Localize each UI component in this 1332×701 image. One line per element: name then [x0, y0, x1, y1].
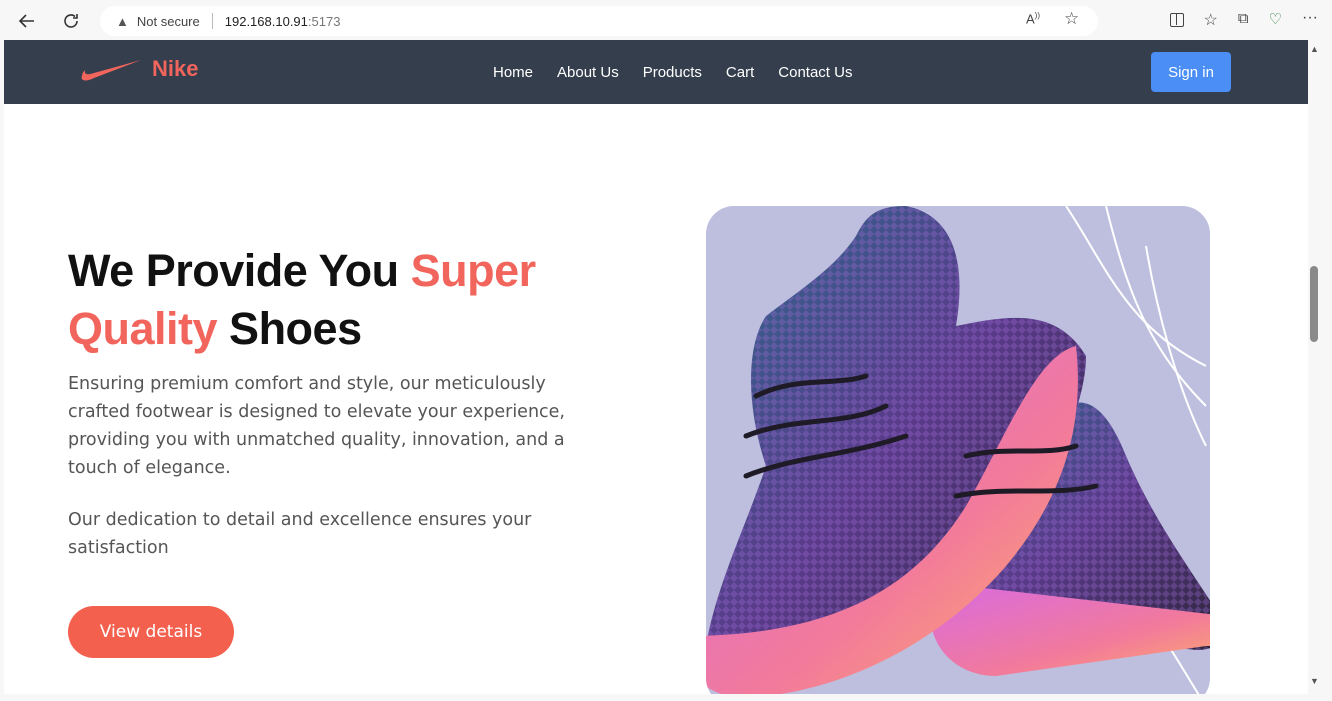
address-divider [211, 13, 213, 29]
hero-title: We Provide You Super Quality Shoes [68, 242, 608, 358]
page-scrollbar[interactable] [1308, 40, 1332, 694]
nav-link-cart[interactable]: Cart [726, 64, 754, 81]
scrollbar-thumb[interactable] [1310, 266, 1318, 342]
scroll-down-icon[interactable]: ▼ [1310, 676, 1319, 686]
favorites-icon[interactable]: ☆ [1204, 10, 1218, 30]
site-navbar: Nike Home About Us Products Cart Contact… [4, 40, 1308, 104]
nav-link-home[interactable]: Home [493, 64, 533, 81]
browser-actions: ☆ ⧉ ♡ ··· [1169, 5, 1318, 30]
page-viewport: Nike Home About Us Products Cart Contact… [4, 40, 1308, 694]
nav-links: Home About Us Products Cart Contact Us [493, 40, 876, 104]
brand-logo[interactable]: Nike [80, 56, 198, 82]
nav-link-contact[interactable]: Contact Us [778, 64, 852, 81]
hero-title-part2: Shoes [217, 303, 362, 354]
sign-in-button[interactable]: Sign in [1151, 52, 1231, 92]
address-bar[interactable]: ▲ Not secure 192.168.10.91:5173 [100, 6, 1098, 36]
back-icon[interactable] [12, 6, 42, 36]
hero-paragraph-2: Our dedication to detail and excellence … [68, 510, 532, 558]
hero-title-part1: We Provide You [68, 245, 411, 296]
extensions-icon[interactable]: ♡ [1269, 10, 1282, 30]
warning-icon: ▲ [116, 13, 129, 29]
hero-shoe-image [706, 206, 1210, 694]
hero-paragraph-1: Ensuring premium comfort and style, our … [68, 374, 565, 478]
scroll-up-icon[interactable]: ▲ [1310, 44, 1319, 54]
view-details-button[interactable]: View details [68, 606, 234, 658]
more-menu-icon[interactable]: ··· [1302, 9, 1318, 30]
brand-name: Nike [152, 56, 199, 81]
security-label: Not secure [136, 13, 200, 29]
shoe-illustration [706, 206, 1210, 694]
favorite-star-icon[interactable]: ☆ [1064, 9, 1079, 29]
nav-link-products[interactable]: Products [643, 64, 702, 81]
read-aloud-icon[interactable]: A)) [1026, 11, 1040, 26]
split-screen-icon[interactable] [1169, 13, 1184, 27]
collections-icon[interactable]: ⧉ [1238, 10, 1249, 30]
url-port: :5173 [307, 13, 341, 29]
nike-swoosh-icon [81, 60, 141, 81]
nav-link-about[interactable]: About Us [557, 64, 619, 81]
url-host: 192.168.10.91 [224, 13, 308, 29]
browser-toolbar: ▲ Not secure 192.168.10.91:5173 A)) ☆ ☆ … [0, 0, 1332, 40]
refresh-icon[interactable] [56, 6, 86, 36]
